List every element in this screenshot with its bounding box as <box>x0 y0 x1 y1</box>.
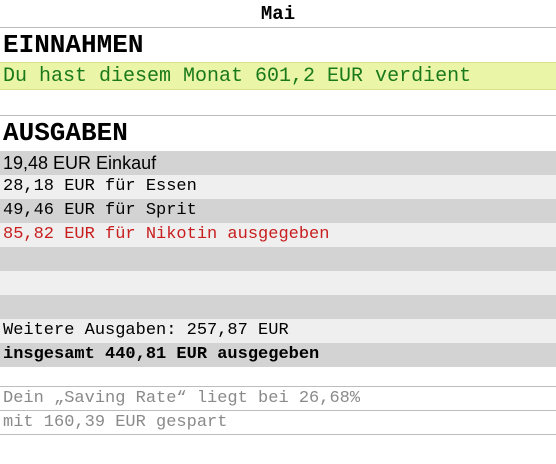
expense-row-groceries: 19,48 EUR Einkauf <box>0 151 556 175</box>
saving-rate: Dein „Saving Rate“ liegt bei 26,68% <box>0 387 556 411</box>
saved-amount: mit 160,39 EUR gespart <box>0 411 556 435</box>
month-title: Mai <box>0 0 556 28</box>
blank-row <box>0 435 556 464</box>
expense-row-nicotine: 85,82 EUR für Nikotin ausgegeben <box>0 223 556 247</box>
expense-row-empty <box>0 295 556 319</box>
blank-row <box>0 90 556 116</box>
income-summary: Du hast diesem Monat 601,2 EUR verdient <box>0 62 556 90</box>
total-expenses: insgesamt 440,81 EUR ausgegeben <box>0 343 556 367</box>
further-expenses: Weitere Ausgaben: 257,87 EUR <box>0 319 556 343</box>
expense-row-empty <box>0 247 556 271</box>
expenses-heading: AUSGABEN <box>3 118 128 148</box>
income-heading: EINNAHMEN <box>3 30 144 60</box>
expense-row-fuel: 49,46 EUR für Sprit <box>0 199 556 223</box>
expense-row-food: 28,18 EUR für Essen <box>0 175 556 199</box>
expense-row-empty <box>0 271 556 295</box>
blank-row <box>0 367 556 387</box>
